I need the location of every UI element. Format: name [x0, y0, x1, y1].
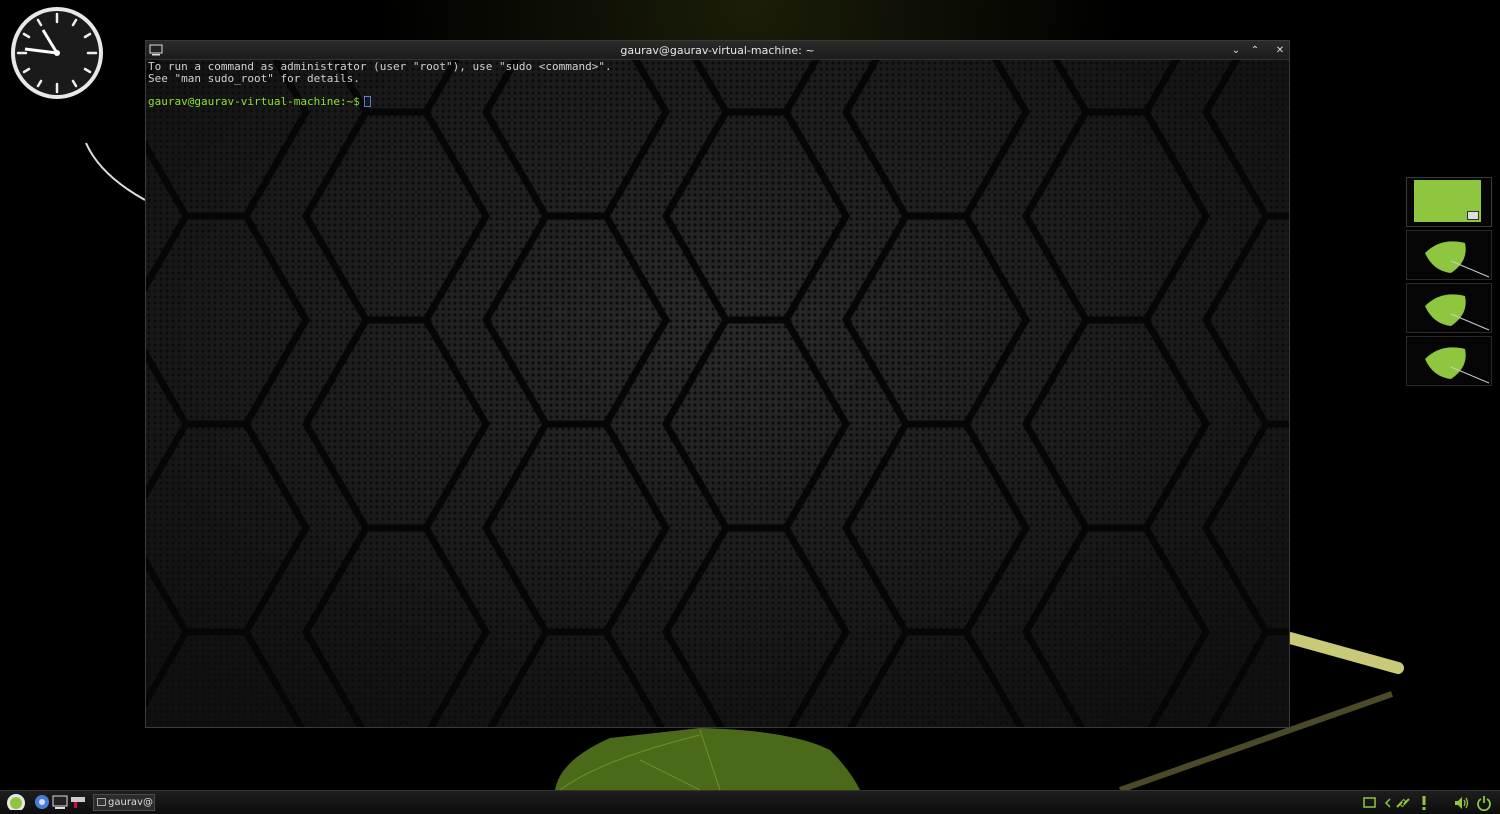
leaf-thumbnail-icon [1425, 347, 1490, 384]
text-cursor [363, 95, 371, 107]
volume-icon[interactable] [1454, 795, 1470, 811]
clock-widget [10, 6, 104, 100]
terminal-icon[interactable] [52, 794, 68, 811]
window-titlebar[interactable]: gaurav@gaurav-virtual-machine: ~ ⌄ ⌃ ✕ [146, 41, 1289, 60]
display-icon[interactable] [1362, 795, 1378, 811]
taskbar: gaurav@... [0, 790, 1500, 814]
terminal-thumb-icon [1467, 211, 1479, 220]
arrow-icon[interactable] [1380, 795, 1396, 811]
terminal-line: See "man sudo_root" for details. [148, 71, 360, 85]
workspace-1[interactable] [1406, 177, 1492, 227]
workspace-3[interactable] [1406, 283, 1492, 333]
leaf-thumbnail-icon [1425, 241, 1490, 278]
workspace-2[interactable] [1406, 230, 1492, 280]
shell-prompt: gaurav@gaurav-virtual-machine:~$ [148, 94, 360, 108]
maximize-button[interactable]: ⌃ [1247, 43, 1263, 58]
network-icon[interactable] [1395, 795, 1411, 811]
workspace-switcher [1406, 177, 1494, 389]
close-button[interactable]: ✕ [1272, 43, 1288, 58]
mint-menu-icon[interactable] [6, 793, 26, 810]
workspace-4[interactable] [1406, 336, 1492, 386]
minimize-button[interactable]: ⌄ [1228, 43, 1244, 58]
hex-background [146, 60, 1289, 727]
file-manager-icon[interactable] [70, 794, 86, 811]
leaf-thumbnail-icon [1425, 294, 1490, 331]
terminal-output: To run a command as administrator (user … [148, 61, 612, 107]
alert-icon[interactable] [1416, 795, 1432, 811]
terminal-window[interactable]: gaurav@gaurav-virtual-machine: ~ ⌄ ⌃ ✕ T… [145, 40, 1290, 728]
terminal-body[interactable]: To run a command as administrator (user … [146, 60, 1289, 727]
chromium-icon[interactable] [34, 794, 50, 811]
window-title: gaurav@gaurav-virtual-machine: ~ [620, 44, 815, 57]
taskbar-task-terminal[interactable]: gaurav@... [93, 794, 155, 811]
terminal-icon [97, 798, 106, 806]
power-icon[interactable] [1476, 795, 1492, 811]
task-label: gaurav@... [108, 797, 154, 808]
